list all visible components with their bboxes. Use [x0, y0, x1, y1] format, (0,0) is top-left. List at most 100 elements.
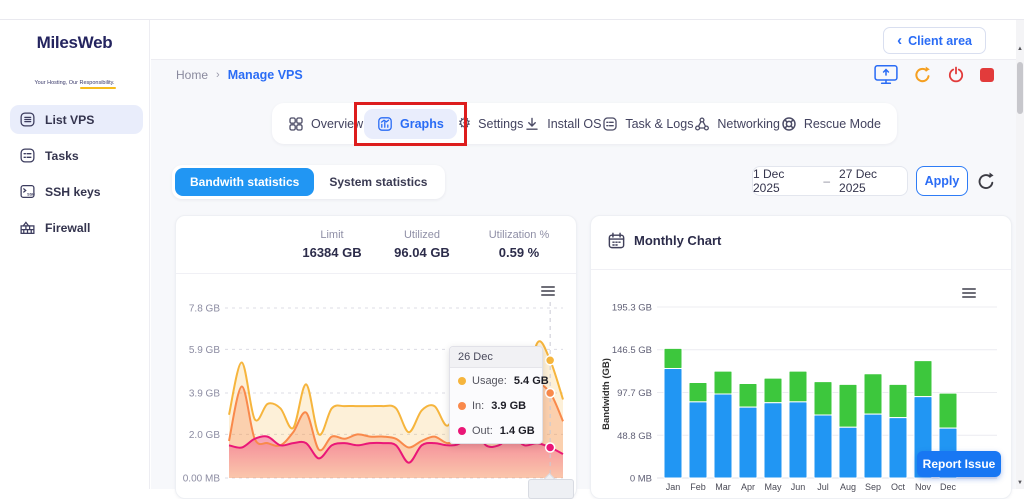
svg-text:Jul: Jul [817, 482, 829, 492]
card-divider [176, 273, 576, 274]
breadcrumb-current: Manage VPS [228, 68, 303, 82]
tab-label: Install OS [547, 117, 601, 131]
console-launch-icon[interactable] [874, 64, 898, 85]
tab-task-logs[interactable]: Task & Logs [602, 116, 693, 132]
svg-text:Dec: Dec [940, 482, 957, 492]
sidebar-item-ssh-keys[interactable]: SSH SSH keys [10, 177, 143, 206]
refresh-charts-icon[interactable] [976, 171, 996, 191]
refresh-vps-icon[interactable] [913, 65, 932, 84]
tab-graphs[interactable]: Graphs [364, 109, 457, 139]
tab-label: Settings [478, 117, 523, 131]
stat-limit: Limit 16384 GB [288, 229, 376, 260]
tab-label: Graphs [400, 117, 444, 131]
install-os-download-icon [524, 116, 540, 132]
statistics-toggle: Bandwith statistics System statistics [172, 165, 445, 199]
monthly-chart-header: Monthly Chart [607, 231, 721, 250]
sidebar-item-label: List VPS [45, 113, 94, 127]
tooltip-row-usage: Usage: 5.4 GB [450, 368, 542, 393]
task-logs-checklist-icon [602, 116, 618, 132]
sidebar-item-label: Tasks [45, 149, 79, 163]
main-area: ‹ Client area Home › Manage VPS Overview [151, 20, 1016, 489]
svg-text:Sep: Sep [865, 482, 881, 492]
tooltip-date: 26 Dec [450, 347, 542, 368]
list-vps-icon [19, 111, 36, 128]
tab-settings[interactable]: ⚙ Settings [458, 116, 524, 131]
usage-dot-icon [458, 377, 466, 385]
stat-value: 0.59 % [472, 245, 566, 260]
tab-install-os[interactable]: Install OS [524, 116, 601, 132]
svg-text:Aug: Aug [840, 482, 856, 492]
power-icon[interactable] [947, 66, 965, 84]
out-dot-icon [458, 427, 466, 435]
hover-axis-label-box [528, 479, 574, 499]
svg-text:5.9 GB: 5.9 GB [189, 345, 220, 356]
tasks-icon [19, 147, 36, 164]
brand-name: MilesWeb [0, 33, 149, 53]
svg-text:2.0 GB: 2.0 GB [189, 430, 220, 441]
svg-text:0 MB: 0 MB [630, 474, 652, 485]
tab-label: Task & Logs [625, 117, 693, 131]
stat-utilized: Utilized 96.04 GB [376, 229, 468, 260]
brand-logo: MilesWeb Your Hosting, Our Responsibilit… [0, 33, 149, 89]
svg-text:Jan: Jan [666, 482, 681, 492]
tab-rescue-mode[interactable]: Rescue Mode [781, 116, 881, 132]
settings-gear-icon: ⚙ [458, 116, 471, 131]
vps-action-icons [874, 64, 994, 85]
graphs-chart-icon [377, 116, 393, 132]
overview-grid-icon [288, 116, 304, 132]
top-strip [0, 0, 1024, 20]
calendar-icon [607, 231, 626, 250]
svg-text:195.3 GB: 195.3 GB [612, 303, 652, 314]
stop-icon[interactable] [980, 68, 994, 82]
svg-text:Mar: Mar [715, 482, 731, 492]
stat-label: Limit [292, 229, 372, 241]
date-range-picker[interactable]: 1 Dec 2025 – 27 Dec 2025 [752, 166, 908, 196]
sidebar-nav: List VPS Tasks SSH SSH keys Firewall [0, 105, 149, 242]
chevron-left-icon: ‹ [897, 33, 902, 48]
stat-value: 16384 GB [292, 245, 372, 260]
stat-utilization-pct: Utilization % 0.59 % [468, 229, 570, 260]
scroll-down-icon[interactable]: ▼ [1016, 480, 1024, 486]
system-statistics-toggle[interactable]: System statistics [314, 168, 442, 196]
date-range-separator: – [823, 174, 830, 188]
sidebar-item-firewall[interactable]: Firewall [10, 213, 143, 242]
svg-text:7.8 GB: 7.8 GB [189, 304, 220, 315]
report-issue-button[interactable]: Report Issue [917, 451, 1001, 477]
card-divider [591, 269, 1011, 270]
date-range-start: 1 Dec 2025 [753, 167, 814, 195]
tab-label: Overview [311, 117, 363, 131]
date-range-end: 27 Dec 2025 [839, 167, 907, 195]
scroll-up-icon[interactable]: ▲ [1016, 46, 1024, 52]
svg-text:SSH: SSH [27, 192, 35, 196]
sidebar-item-label: Firewall [45, 221, 90, 235]
svg-text:Oct: Oct [891, 482, 906, 492]
tab-bar: Overview Graphs ⚙ Settings Install OS [272, 103, 897, 144]
tab-networking[interactable]: Networking [694, 116, 780, 132]
scrollbar-thumb[interactable] [1017, 62, 1023, 114]
breadcrumb-home[interactable]: Home [176, 68, 208, 82]
apply-button[interactable]: Apply [916, 166, 968, 196]
bandwidth-usage-card: Limit 16384 GB Utilized 96.04 GB Utiliza… [175, 215, 577, 499]
tab-overview[interactable]: Overview [288, 116, 363, 132]
chart-tooltip: 26 Dec Usage: 5.4 GB In: 3.9 GB Out: 1.4… [449, 346, 543, 444]
stat-label: Utilized [380, 229, 464, 241]
svg-text:146.5 GB: 146.5 GB [612, 345, 652, 356]
svg-text:0.00 MB: 0.00 MB [183, 474, 221, 485]
networking-nodes-icon [694, 116, 710, 132]
tooltip-label: Usage: [472, 375, 507, 387]
tooltip-value: 5.4 GB [514, 375, 549, 387]
sidebar-item-tasks[interactable]: Tasks [10, 141, 143, 170]
sidebar-item-list-vps[interactable]: List VPS [10, 105, 143, 134]
svg-text:3.9 GB: 3.9 GB [189, 389, 220, 400]
rescue-mode-lifebuoy-icon [781, 116, 797, 132]
svg-text:Apr: Apr [741, 482, 755, 492]
brand-tagline: Your Hosting, Our Responsibility. [34, 80, 114, 86]
vertical-scrollbar[interactable]: ▲ ▼ [1016, 20, 1024, 489]
main-header: ‹ Client area [151, 20, 1016, 60]
client-area-button[interactable]: ‹ Client area [883, 27, 986, 54]
tab-graphs-wrap: Graphs [364, 109, 457, 139]
monthly-chart-title: Monthly Chart [634, 233, 721, 248]
tooltip-row-out: Out: 1.4 GB [450, 418, 542, 443]
svg-text:Jun: Jun [791, 482, 806, 492]
bandwidth-statistics-toggle[interactable]: Bandwith statistics [175, 168, 314, 196]
